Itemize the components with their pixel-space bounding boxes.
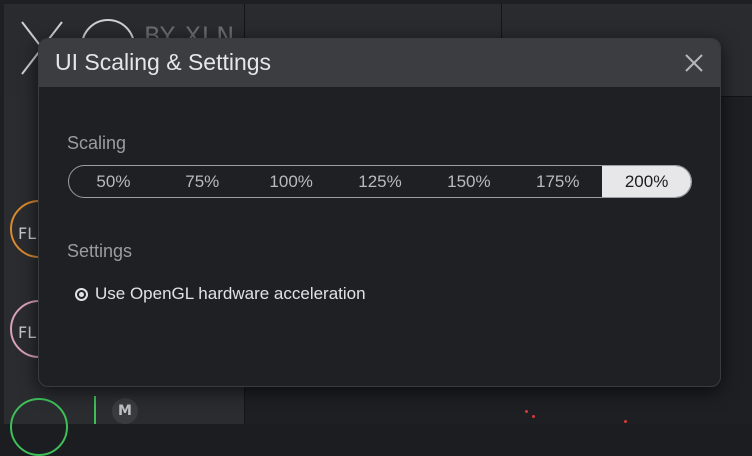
scale-option-100[interactable]: 100%: [247, 166, 336, 197]
plot-dot: [624, 420, 627, 423]
scale-option-150[interactable]: 150%: [424, 166, 513, 197]
settings-dialog: UI Scaling & Settings Scaling 50% 75% 10…: [38, 38, 721, 387]
close-button[interactable]: [682, 51, 706, 75]
scale-option-175[interactable]: 175%: [513, 166, 602, 197]
scale-option-50[interactable]: 50%: [69, 166, 158, 197]
scale-option-200[interactable]: 200%: [602, 166, 691, 197]
mute-button[interactable]: M: [112, 398, 138, 424]
knob-label: FL: [18, 323, 37, 342]
knob-label: FL: [18, 224, 37, 243]
dialog-title: UI Scaling & Settings: [55, 49, 272, 75]
opengl-radio[interactable]: [75, 287, 88, 301]
plot-dot: [532, 415, 535, 418]
level-meter: [94, 396, 96, 424]
scale-option-75[interactable]: 75%: [158, 166, 247, 197]
close-icon: [685, 54, 703, 72]
opengl-option[interactable]: Use OpenGL hardware acceleration: [75, 284, 366, 304]
opengl-label: Use OpenGL hardware acceleration: [95, 284, 366, 303]
scaling-segmented-control: 50% 75% 100% 125% 150% 175% 200%: [68, 165, 692, 198]
knob-3[interactable]: [10, 398, 68, 456]
plot-dot: [525, 410, 528, 413]
scale-option-125[interactable]: 125%: [336, 166, 425, 197]
dialog-header: UI Scaling & Settings: [39, 39, 720, 87]
scaling-label: Scaling: [67, 133, 127, 153]
radio-dot-icon: [79, 291, 84, 297]
settings-label: Settings: [67, 241, 133, 261]
